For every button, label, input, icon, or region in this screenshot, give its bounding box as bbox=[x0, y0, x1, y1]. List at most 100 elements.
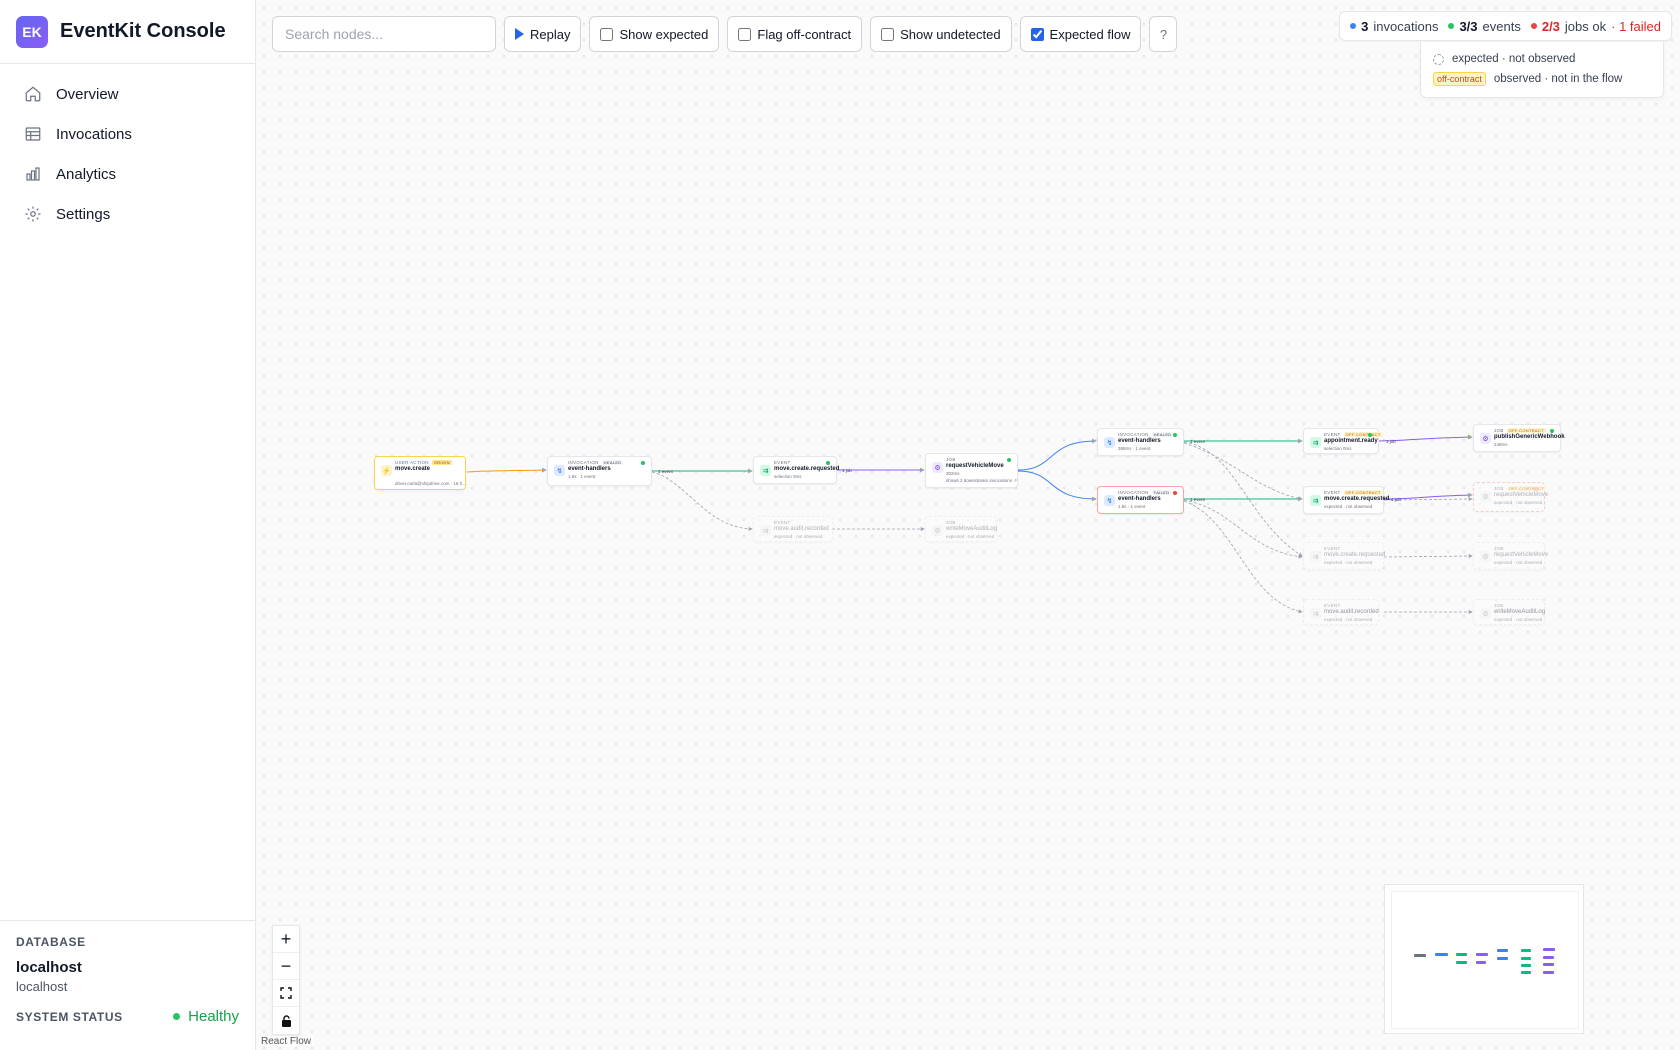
react-flow-attribution[interactable]: React Flow bbox=[259, 1036, 314, 1047]
node-sub: expected · not observed bbox=[1324, 504, 1373, 509]
node-sub: expected · not observed bbox=[946, 534, 995, 539]
search-input[interactable] bbox=[272, 16, 496, 52]
edge-expected bbox=[1183, 500, 1303, 614]
minimap-node bbox=[1456, 961, 1467, 964]
main-nav: Overview Invocations Analytics Settings bbox=[0, 64, 255, 244]
minimap-node bbox=[1497, 957, 1508, 960]
node-title: publishGenericWebhook bbox=[1494, 434, 1565, 440]
run-summary: 3 invocations 3/3 events 2/3 jobs ok · 1… bbox=[1339, 11, 1672, 41]
zoom-in-button[interactable]: + bbox=[273, 926, 299, 953]
graph-node-invocation[interactable]: ↯ INVOCATION Healed event-handlers 388ms … bbox=[1097, 428, 1184, 456]
app-title: EventKit Console bbox=[60, 20, 226, 42]
node-kind: JOB bbox=[1494, 603, 1504, 608]
node-sub: selection 0ms bbox=[774, 474, 802, 479]
show-undetected-label: Show undetected bbox=[900, 26, 1001, 42]
nav-item-analytics[interactable]: Analytics bbox=[12, 154, 243, 194]
graph-node-expected-event[interactable]: ⇉ EVENT move.create.requested expected ·… bbox=[1303, 542, 1385, 570]
node-title: move.audit.recorded bbox=[1324, 609, 1379, 615]
graph-node-expected-event[interactable]: ⇉ EVENT move.audit.recorded expected · n… bbox=[1303, 599, 1379, 625]
node-title: writeMoveAuditLog bbox=[1494, 609, 1546, 615]
brand[interactable]: EK EventKit Console bbox=[0, 0, 255, 64]
nav-item-invocations[interactable]: Invocations bbox=[12, 114, 243, 154]
edge-label: 1 job bbox=[842, 468, 852, 473]
expected-flow-toggle[interactable]: Expected flow bbox=[1019, 16, 1142, 52]
graph-node-invocation[interactable]: ↯ INVOCATION Healed event-handlers 1.8s ·… bbox=[547, 456, 652, 486]
graph-node-job-off-contract[interactable]: ⚙ JOB off-contract publishGenericWebhook … bbox=[1473, 424, 1565, 452]
zoom-out-button[interactable]: − bbox=[273, 953, 299, 980]
minimap-node bbox=[1497, 949, 1508, 952]
edge-label: 1 event bbox=[1190, 497, 1206, 502]
database-name: localhost bbox=[16, 959, 82, 976]
job-icon: ⚙ bbox=[1480, 433, 1491, 444]
node-title: event-handlers bbox=[568, 466, 611, 472]
edge-label: 1 job bbox=[1386, 439, 1396, 444]
minimap-node bbox=[1543, 956, 1554, 959]
lightning-icon: ⚡ bbox=[381, 465, 392, 476]
node-sub: selection 0ms bbox=[1324, 446, 1352, 451]
minimap-node bbox=[1476, 961, 1486, 964]
app-logo: EK bbox=[16, 15, 48, 48]
edge-label: 1 event bbox=[1190, 439, 1206, 444]
node-title: move.create bbox=[395, 466, 431, 472]
node-sub-detail: shows 2 downstream invocations ↗ bbox=[946, 478, 1018, 483]
system-status: SYSTEM STATUS Healthy bbox=[16, 1008, 239, 1025]
edge-expected bbox=[1383, 554, 1473, 559]
graph-node-expected-job[interactable]: ⚙ JOB writeMoveAuditLog expected · not o… bbox=[1473, 599, 1545, 625]
show-expected-checkbox[interactable] bbox=[600, 27, 614, 41]
sidebar: EK EventKit Console Overview Invocations… bbox=[0, 0, 256, 1050]
graph-node-event-off-contract[interactable]: ⇉ EVENT off-contract appointment.ready se… bbox=[1303, 428, 1383, 454]
minimap-node bbox=[1543, 948, 1555, 951]
edge-event-job bbox=[1383, 492, 1473, 500]
replay-button[interactable]: Replay bbox=[504, 16, 582, 52]
off-contract-badge: off-contract bbox=[1433, 72, 1486, 86]
node-kind: INVOCATION Healed bbox=[568, 460, 624, 465]
zoom-controls: + − bbox=[272, 925, 300, 1035]
show-undetected-toggle[interactable]: Show undetected bbox=[870, 16, 1012, 52]
node-sub: expected · not observed bbox=[774, 534, 823, 539]
node-kind: JOB bbox=[946, 457, 956, 462]
graph-node-job[interactable]: ⚙ JOB requestVehicleMove 302ms shows 2 d… bbox=[925, 453, 1018, 488]
event-icon: ⇉ bbox=[760, 465, 771, 476]
graph-node-invocation-failed[interactable]: ↯ INVOCATION Failed event-handlers 1.8s ·… bbox=[1097, 486, 1184, 514]
success-dot-icon bbox=[1173, 433, 1177, 437]
flag-off-contract-checkbox[interactable] bbox=[738, 27, 752, 41]
node-kind: EVENT bbox=[774, 520, 791, 525]
node-sub: expected · not observed bbox=[1494, 500, 1543, 505]
flag-off-contract-toggle[interactable]: Flag off-contract bbox=[727, 16, 863, 52]
graph-node-expected-job[interactable]: ⚙ JOB off-contract requestVehicleMove exp… bbox=[1473, 482, 1548, 512]
edge-expected bbox=[1383, 497, 1473, 502]
minimap[interactable] bbox=[1384, 884, 1584, 1034]
minimap-node bbox=[1521, 949, 1531, 952]
edge-expected bbox=[1183, 442, 1303, 501]
minimap-node bbox=[1435, 953, 1448, 956]
lock-button[interactable] bbox=[273, 1007, 299, 1034]
graph-node-expected-job[interactable]: ⚙ JOB writeMoveAuditLog expected · not o… bbox=[925, 516, 997, 542]
graph-node-event[interactable]: ⇉ EVENT move.create.requested selection … bbox=[753, 456, 839, 484]
graph-node-expected-event[interactable]: ⇉ EVENT move.audit.recorded expected · n… bbox=[753, 516, 833, 542]
expected-flow-checkbox[interactable] bbox=[1030, 27, 1044, 41]
edge-action-invocation bbox=[466, 467, 547, 473]
nav-item-overview[interactable]: Overview bbox=[12, 74, 243, 114]
node-sub: 388ms · 1 event bbox=[1118, 446, 1151, 451]
show-undetected-checkbox[interactable] bbox=[881, 27, 895, 41]
node-title: event-handlers bbox=[1118, 438, 1161, 444]
job-icon: ⚙ bbox=[932, 462, 943, 473]
nav-item-settings[interactable]: Settings bbox=[12, 194, 243, 234]
help-button[interactable]: ? bbox=[1149, 16, 1178, 52]
nav-label: Overview bbox=[56, 85, 119, 103]
show-expected-toggle[interactable]: Show expected bbox=[589, 16, 720, 52]
flow-canvas[interactable]: 1 event 1 job 1 event 1 job 1 event 1 jo… bbox=[256, 0, 1680, 1050]
graph-node-expected-job[interactable]: ⚙ JOB requestVehicleMove expected · not … bbox=[1473, 542, 1548, 570]
summary-jobs: 2/3 jobs ok · 1 failed bbox=[1530, 19, 1661, 34]
node-kind: EVENT bbox=[1324, 546, 1341, 551]
fit-view-button[interactable] bbox=[273, 980, 299, 1007]
graph-node-event-off-contract[interactable]: ⇉ EVENT off-contract move.create.requeste… bbox=[1303, 486, 1389, 514]
nav-label: Settings bbox=[56, 205, 111, 223]
job-icon: ⚙ bbox=[1480, 491, 1491, 502]
nav-label: Invocations bbox=[56, 125, 132, 143]
graph-node-user-action[interactable]: ⚡ USER ACTION ORIGIN move.create driver.c… bbox=[374, 456, 466, 490]
node-sub: 302ms bbox=[946, 471, 960, 476]
legend-expected: expected · not observed bbox=[1433, 49, 1651, 69]
summary-invocations: 3 invocations bbox=[1350, 19, 1438, 34]
replay-label: Replay bbox=[530, 26, 571, 42]
